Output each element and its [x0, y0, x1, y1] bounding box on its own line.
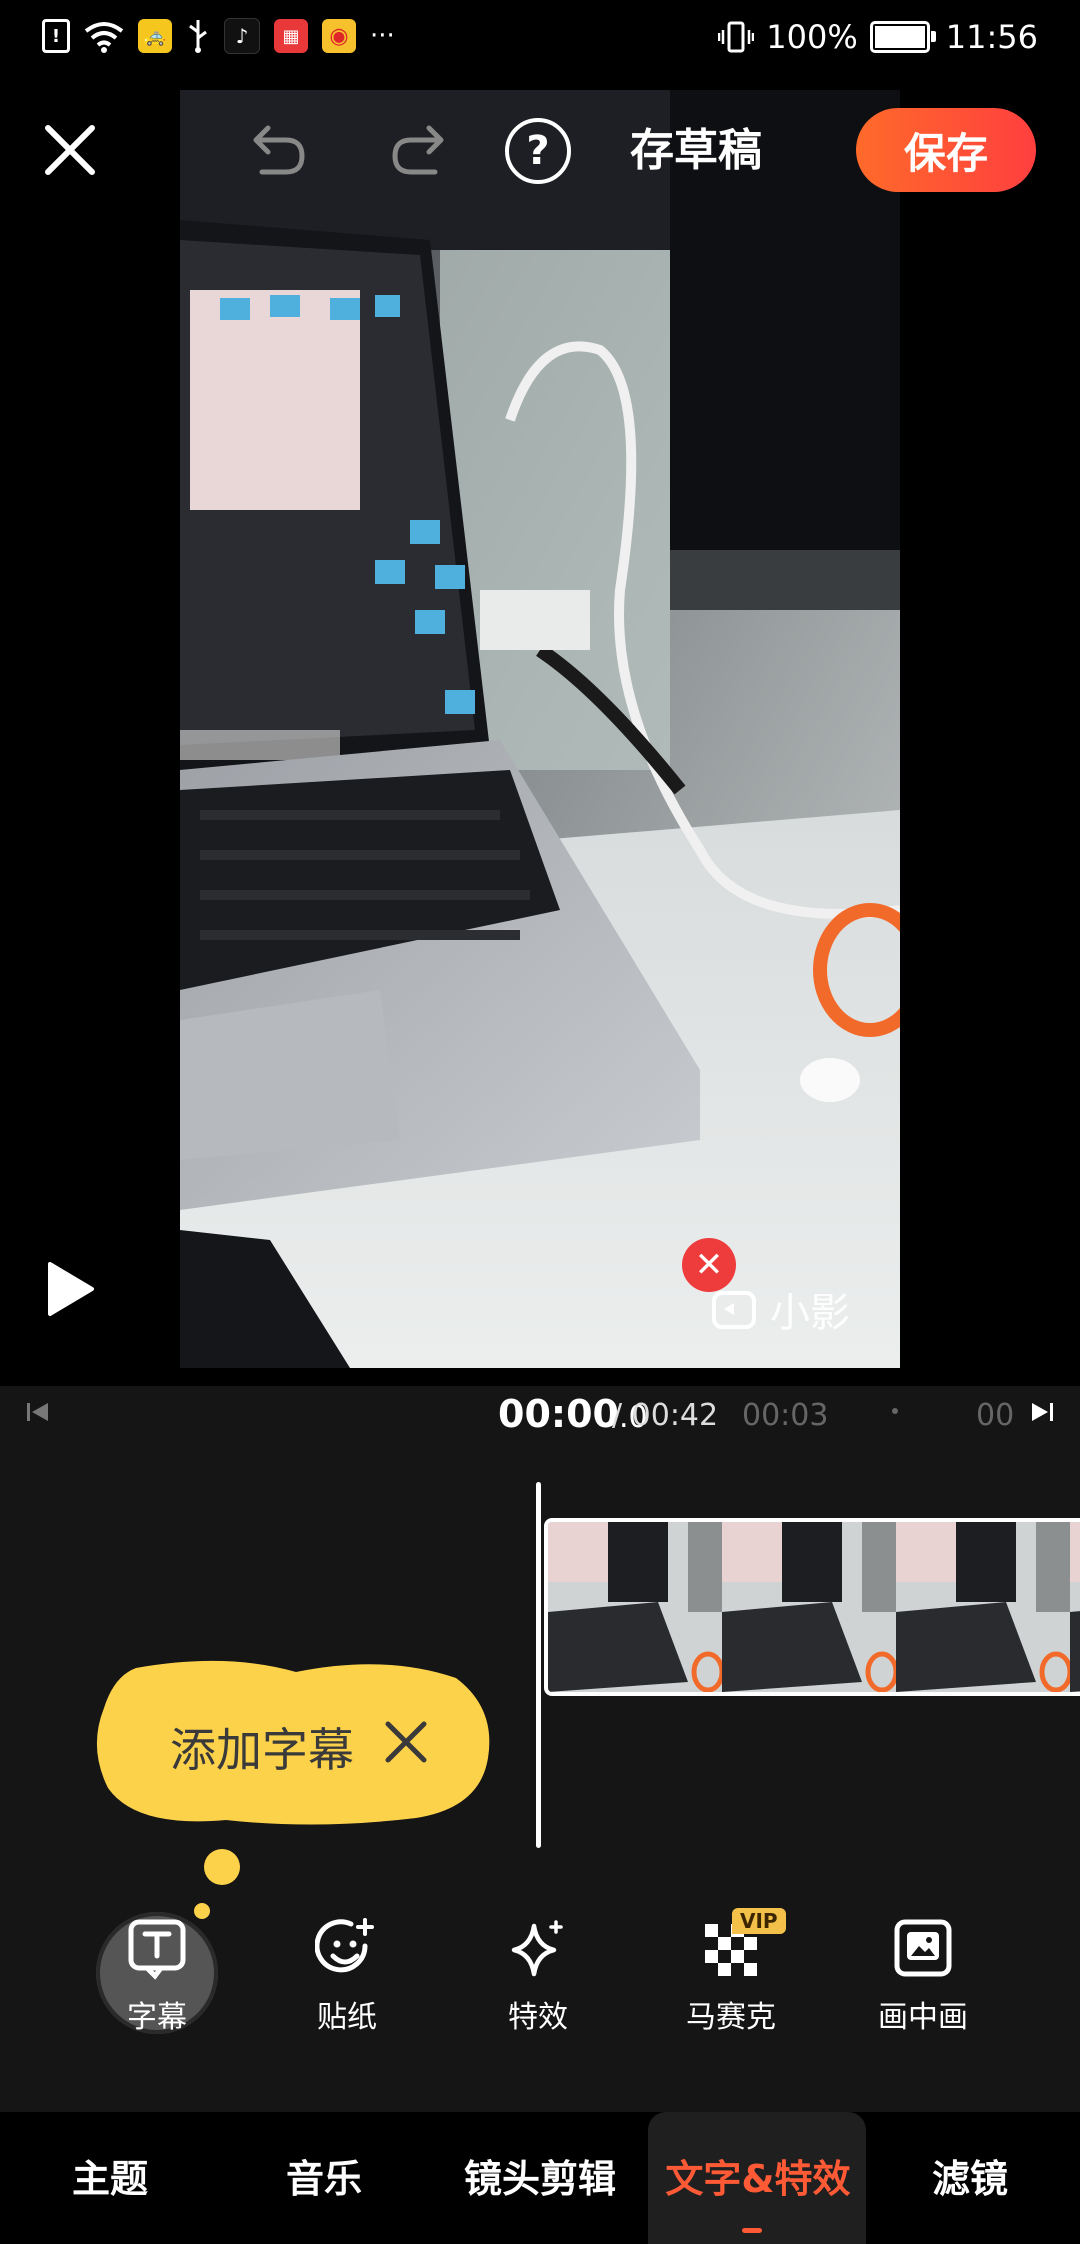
- close-icon[interactable]: [382, 1718, 430, 1766]
- clip-thumbnail: [1070, 1522, 1080, 1692]
- tool-subtitle[interactable]: 字幕: [67, 1912, 247, 2042]
- watermark-text: 小影: [770, 1290, 850, 1336]
- wifi-icon: [84, 22, 124, 53]
- active-tab-indicator: [742, 2228, 762, 2233]
- redo-icon[interactable]: [385, 112, 457, 184]
- watermark: 小影: [710, 1280, 850, 1338]
- tab-text-effects[interactable]: 文字&特效: [660, 2148, 856, 2203]
- clip-thumbnail: [896, 1522, 1070, 1692]
- clock: 11:56: [945, 18, 1038, 56]
- alert-icon: !: [42, 19, 70, 53]
- tool-effects[interactable]: 特效: [448, 1912, 628, 2042]
- play-icon[interactable]: [42, 1258, 98, 1320]
- timeline-mark: 00:03: [742, 1398, 829, 1433]
- timeline-mark: 00: [976, 1398, 1015, 1433]
- tab-filter[interactable]: 滤镜: [900, 2148, 1040, 2203]
- current-time-main: 00:00: [498, 1392, 619, 1436]
- timeline-dot: [892, 1408, 898, 1414]
- taxi-app-icon: 🚕: [138, 19, 172, 53]
- clip-thumbnail: [548, 1522, 722, 1692]
- skip-to-end-icon[interactable]: [1028, 1398, 1056, 1426]
- tool-sticker[interactable]: 贴纸: [257, 1912, 437, 2042]
- picture-in-picture-icon: [894, 1919, 952, 1977]
- close-icon[interactable]: [38, 118, 102, 182]
- total-time: / 00:42: [612, 1398, 719, 1433]
- skip-to-start-icon[interactable]: [24, 1398, 52, 1426]
- video-frame-image: [180, 90, 900, 1368]
- video-preview[interactable]: [180, 90, 900, 1368]
- weibo-app-icon: ◉: [322, 19, 356, 53]
- tool-picture-in-picture[interactable]: 画中画: [833, 1912, 1013, 2042]
- shopping-app-icon: ▦: [274, 19, 308, 53]
- vibrate-icon: [718, 21, 755, 53]
- usb-icon: [189, 20, 207, 53]
- tab-clip-edit[interactable]: 镜头剪辑: [452, 2148, 628, 2203]
- tool-mosaic[interactable]: 马赛克: [641, 1912, 821, 2042]
- sticker-icon: [315, 1918, 374, 1973]
- tab-music[interactable]: 音乐: [254, 2148, 394, 2203]
- tool-label: 马赛克: [686, 2000, 776, 2035]
- tool-label: 贴纸: [317, 2000, 377, 2035]
- battery-percent: 100%: [766, 18, 858, 56]
- video-clip-strip[interactable]: [544, 1518, 1080, 1696]
- battery-icon: [869, 21, 936, 53]
- tool-label: 特效: [508, 2000, 568, 2035]
- close-icon: ✕: [694, 1245, 724, 1285]
- save-draft-button[interactable]: 存草稿: [630, 118, 762, 184]
- help-button[interactable]: ?: [505, 118, 571, 184]
- status-notification-icons: ! 🚕 ♪ ▦ ◉ ···: [42, 18, 395, 54]
- tool-label: 画中画: [878, 2000, 968, 2035]
- more-notifications: ···: [370, 21, 395, 51]
- save-button[interactable]: 保存: [856, 108, 1036, 192]
- subtitle-icon: [128, 1919, 186, 1980]
- question-icon: ?: [526, 128, 550, 174]
- tooltip-dot: [204, 1849, 240, 1885]
- tiktok-app-icon: ♪: [224, 18, 260, 54]
- vip-badge: VIP: [732, 1908, 786, 1934]
- battery-fill: [874, 26, 925, 48]
- tool-label: 字幕: [127, 2000, 187, 2035]
- playhead[interactable]: [536, 1482, 541, 1848]
- clip-thumbnail: [722, 1522, 896, 1692]
- status-right: 100% 11:56: [718, 18, 1038, 56]
- sparkle-icon: [511, 1920, 563, 1977]
- xiaoying-logo-icon: [712, 1291, 756, 1329]
- tab-theme[interactable]: 主题: [40, 2148, 180, 2203]
- tooltip-text: 添加字幕: [170, 1723, 354, 1777]
- undo-icon[interactable]: [240, 112, 312, 184]
